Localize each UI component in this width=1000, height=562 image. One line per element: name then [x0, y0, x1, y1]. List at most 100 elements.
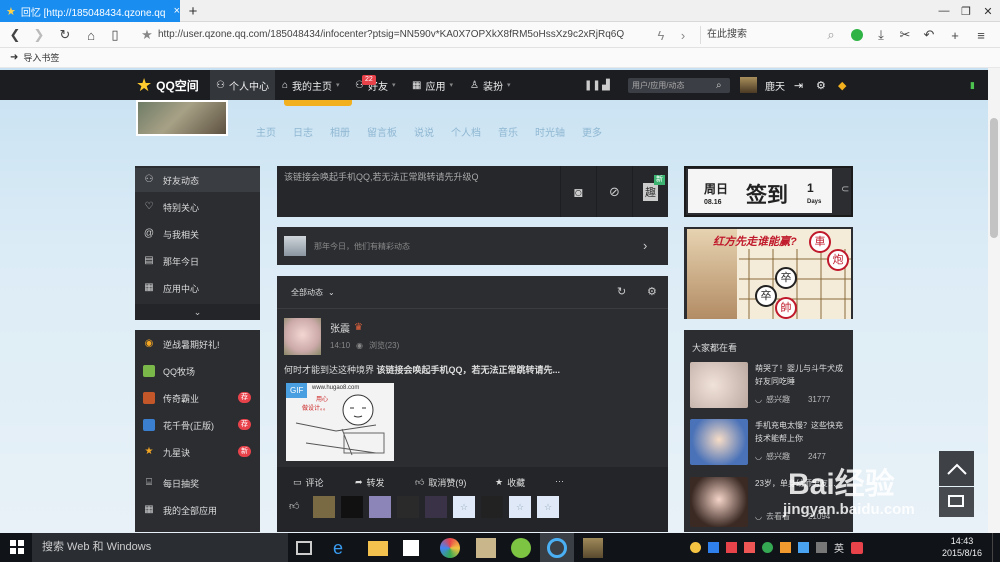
ime-indicator[interactable]: 英	[834, 540, 844, 555]
lightning-icon[interactable]: ϟ	[652, 26, 670, 44]
close-window-button[interactable]: ✕	[978, 3, 998, 19]
toggle-icon[interactable]: ⊂	[841, 184, 849, 195]
edge-icon[interactable]: e	[333, 538, 353, 558]
store-icon[interactable]	[403, 540, 419, 556]
qzone-logo[interactable]: ★ QQ空间	[136, 70, 199, 100]
volume-icon[interactable]	[816, 542, 827, 553]
username[interactable]: 鹿天	[765, 70, 785, 100]
app-item[interactable]: 传奇霸业 荐	[143, 386, 253, 410]
vip-badge[interactable]	[284, 100, 352, 106]
liker-avatar[interactable]: ☆	[509, 496, 531, 518]
network-icon[interactable]	[798, 542, 809, 553]
menu-item-friend-feed[interactable]: ⚇ 好友动态	[143, 168, 253, 192]
download-icon[interactable]: ⤓	[872, 26, 890, 44]
sogou-icon[interactable]	[851, 541, 863, 554]
app-icon[interactable]	[511, 538, 531, 558]
qzone-search-input[interactable]: 用户/应用/动态	[628, 78, 730, 93]
bookmark-star-icon[interactable]: ★	[138, 26, 156, 44]
trending-item[interactable]: 手机充电太慢？这些快充技术能帮上你 ◡ 感兴趣 2477	[690, 417, 850, 467]
liker-avatar[interactable]	[369, 496, 391, 518]
gear-icon[interactable]: ⚙	[816, 70, 826, 100]
app-icon[interactable]	[440, 538, 460, 558]
add-icon[interactable]: +	[946, 26, 964, 44]
nav-apps[interactable]: ▦ 应用 ▾	[412, 70, 453, 100]
unlike-button[interactable]: 👍︎ 取消赞(9)	[415, 476, 466, 489]
wechat-icon[interactable]	[848, 26, 866, 44]
link-button[interactable]: ⊘	[596, 166, 632, 217]
profile-tab[interactable]: 留言板	[367, 124, 397, 139]
tray-icon[interactable]	[780, 542, 791, 553]
tray-icon[interactable]	[726, 542, 737, 553]
app-item[interactable]: QQ牧场	[143, 359, 253, 383]
profile-tab[interactable]: 音乐	[498, 124, 518, 139]
user-avatar[interactable]	[740, 77, 757, 93]
new-tab-button[interactable]: +	[184, 2, 202, 20]
nav-dressup[interactable]: ♙ 装扮 ▾	[470, 70, 510, 100]
browser-taskbar-icon[interactable]	[547, 538, 567, 558]
post-input[interactable]: 该链接会唤起手机QQ,若无法正常跳转请先升级Q	[284, 170, 479, 183]
search-icon[interactable]: ⌕	[822, 26, 840, 44]
author-name[interactable]: 张震	[330, 320, 350, 335]
camera-button[interactable]: ◙	[560, 166, 596, 217]
windows-start-icon[interactable]	[10, 540, 24, 554]
liker-avatar[interactable]	[425, 496, 447, 518]
menu-item-related[interactable]: @ 与我相关	[143, 222, 253, 246]
restore-button[interactable]: ❐	[956, 3, 976, 19]
undo-icon[interactable]: ↶	[920, 26, 938, 44]
interest-tag[interactable]: 感兴趣	[766, 394, 790, 405]
task-view-icon[interactable]	[296, 541, 312, 555]
app-item[interactable]: ★ 九星诀 新	[143, 440, 253, 464]
liker-avatar[interactable]: ☆	[453, 496, 475, 518]
tray-icon[interactable]	[762, 542, 773, 553]
folder-icon[interactable]	[368, 541, 388, 556]
favorite-button[interactable]: ★ 收藏	[495, 476, 525, 489]
scrollbar-thumb[interactable]	[990, 118, 998, 238]
author-avatar[interactable]	[284, 318, 321, 355]
profile-tab[interactable]: 日志	[293, 124, 313, 139]
feed-filter[interactable]: 全部动态 ⌄	[291, 287, 335, 298]
profile-tab[interactable]: 说说	[414, 124, 434, 139]
nav-personal-center[interactable]: ⚇ 个人中心	[210, 70, 275, 100]
browser-tab[interactable]: ★ 回忆 [http://185048434.qzone.qq ×	[0, 0, 180, 22]
menu-item-this-day[interactable]: ▤ 那年今日	[143, 249, 253, 273]
profile-tab[interactable]: 相册	[330, 124, 350, 139]
liker-avatar[interactable]	[341, 496, 363, 518]
signin-widget[interactable]: 周日 08.16 签到 1 Days	[688, 169, 832, 213]
chevron-down-icon[interactable]: ⌄	[135, 304, 260, 320]
chevron-right-icon[interactable]: ›	[674, 26, 692, 44]
menu-item-special-care[interactable]: ♡ 特别关心	[143, 195, 253, 219]
scissors-icon[interactable]: ✂	[896, 26, 914, 44]
share-button[interactable]: ➦ 转发	[355, 476, 385, 489]
refresh-icon[interactable]: ↻	[56, 26, 74, 44]
taskbar-clock[interactable]: 14:43 2015/8/16	[936, 535, 988, 559]
liker-avatar[interactable]	[481, 496, 503, 518]
chevron-right-icon[interactable]: ›	[643, 238, 647, 253]
menu-item-app-center[interactable]: ▦ 应用中心	[143, 276, 253, 300]
taskbar-search[interactable]: 搜索 Web 和 Windows	[32, 533, 288, 562]
forward-icon[interactable]: ❯	[30, 26, 48, 44]
chess-ad[interactable]: 红方先走谁能赢? 車 炮 卒 卒 帥	[687, 229, 851, 319]
app-item[interactable]: 花千骨(正版) 荐	[143, 413, 253, 437]
reading-icon[interactable]: ▯	[106, 26, 124, 44]
tray-icon[interactable]	[744, 542, 755, 553]
profile-tab[interactable]: 时光轴	[535, 124, 565, 139]
profile-tab[interactable]: 个人档	[451, 124, 481, 139]
shield-icon[interactable]	[708, 542, 719, 553]
gear-icon[interactable]: ⚙	[647, 285, 657, 298]
app-icon[interactable]	[583, 538, 603, 558]
back-icon[interactable]: ❮	[6, 26, 24, 44]
bars-icon[interactable]: ▟	[602, 70, 610, 100]
signin-button[interactable]: 签到	[746, 179, 788, 209]
post-link-text[interactable]: 该链接会唤起手机QQ，若无法正常跳转请先...	[377, 365, 561, 375]
menu-icon[interactable]: ≡	[972, 26, 990, 44]
liker-avatar[interactable]	[397, 496, 419, 518]
pause-icon[interactable]: ❚❚	[584, 70, 601, 100]
profile-tab[interactable]: 主页	[256, 124, 276, 139]
nav-my-home[interactable]: ⌂ 我的主页 ▾	[282, 70, 340, 100]
app-icon[interactable]	[476, 538, 496, 558]
refresh-icon[interactable]: ↻	[617, 285, 626, 298]
comment-button[interactable]: ▭ 评论	[293, 476, 324, 489]
interest-tag[interactable]: 感兴趣	[766, 451, 790, 462]
tray-icon[interactable]	[690, 542, 701, 553]
app-item[interactable]: ◉ 逆战暑期好礼!	[143, 332, 253, 356]
